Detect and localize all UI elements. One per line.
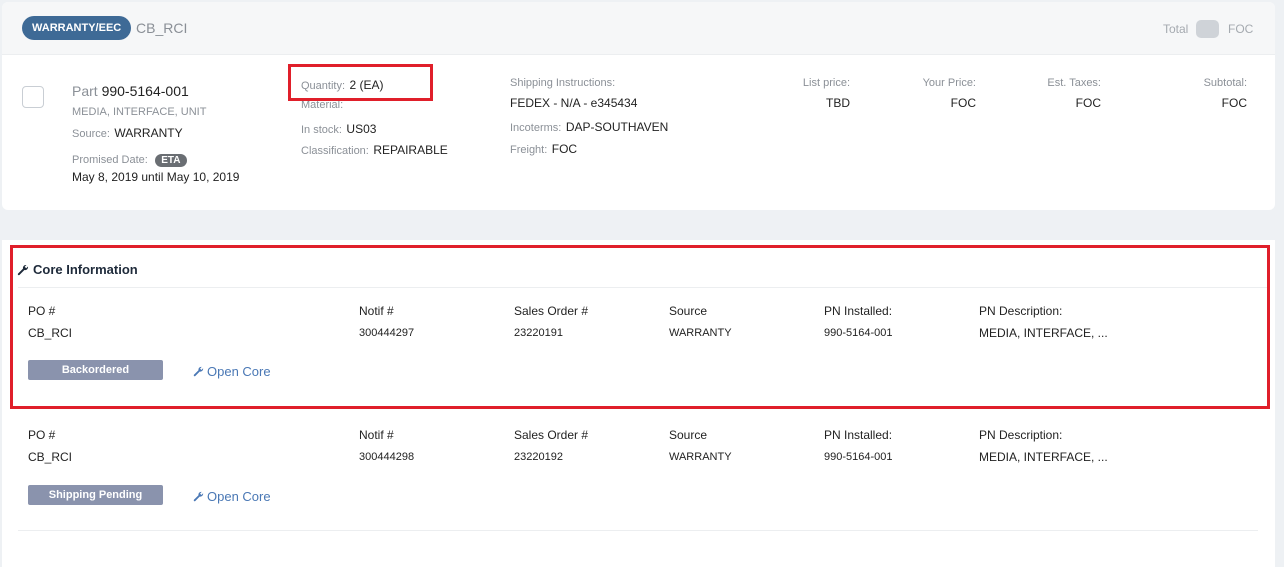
incoterms: Incoterms: DAP-SOUTHAVEN: [510, 118, 668, 136]
shipping-instructions-label: Shipping Instructions:: [510, 77, 616, 89]
col-source: Source: [669, 428, 708, 442]
part-number: 990-5164-001: [101, 83, 189, 99]
total-label: Total: [1163, 22, 1189, 36]
core-bottom-divider: [18, 530, 1258, 531]
open-core-link[interactable]: Open Core: [193, 489, 271, 504]
freight: Freight: FOC: [510, 140, 577, 158]
source-value: WARRANTY: [669, 451, 732, 463]
list-price-value: TBD: [826, 96, 850, 110]
wrench-icon: [193, 491, 204, 502]
freight-value: FOC: [551, 142, 578, 156]
stock-label: In stock:: [301, 124, 342, 136]
col-pn-installed: PN Installed:: [824, 428, 893, 442]
quantity-highlight-box: [288, 64, 433, 101]
source-value: WARRANTY: [114, 126, 183, 140]
incoterms-label: Incoterms:: [510, 122, 562, 134]
freight-label: Freight:: [510, 144, 548, 156]
col-pn-description: PN Description:: [979, 428, 1063, 442]
classification: Classification: REPAIRABLE: [301, 141, 448, 159]
total-foc-toggle[interactable]: [1196, 20, 1219, 38]
list-price-label: List price:: [802, 77, 850, 89]
pn-description-value: MEDIA, INTERFACE, ...: [979, 450, 1108, 464]
line-select-checkbox[interactable]: [22, 86, 44, 108]
stock-value: US03: [346, 122, 377, 136]
status-badge: Shipping Pending: [28, 485, 163, 505]
core-information-highlight-box: [10, 245, 1270, 409]
sales-order-value: 23220192: [514, 451, 563, 463]
class-label: Classification:: [301, 145, 369, 157]
order-type-badge: WARRANTY/EEC: [22, 16, 132, 40]
shipping-instructions-value: FEDEX - N/A - e345434: [510, 96, 638, 110]
est-taxes-label: Est. Taxes:: [1047, 77, 1101, 89]
part-title: Part 990-5164-001: [72, 83, 189, 99]
source-label: Source:: [72, 128, 110, 140]
po-value: CB_RCI: [28, 450, 73, 464]
incoterms-value: DAP-SOUTHAVEN: [565, 120, 669, 134]
your-price-label: Your Price:: [922, 77, 976, 89]
col-po: PO #: [28, 428, 56, 442]
foc-label: FOC: [1228, 22, 1254, 36]
your-price-value: FOC: [950, 96, 976, 110]
part-description: MEDIA, INTERFACE, UNIT: [72, 106, 207, 118]
promised-value: May 8, 2019 until May 10, 2019: [72, 170, 240, 184]
card-header: WARRANTY/EEC CB_RCI Total FOC: [2, 2, 1275, 55]
notif-value: 300444298: [359, 451, 415, 463]
pn-installed-value: 990-5164-001: [824, 451, 893, 463]
class-value: REPAIRABLE: [373, 143, 448, 157]
promised-date: Promised Date: ETA: [72, 150, 187, 168]
subtotal-value: FOC: [1221, 96, 1247, 110]
open-core-label: Open Core: [207, 489, 271, 504]
order-id: CB_RCI: [136, 20, 188, 36]
part-prefix: Part: [72, 83, 98, 99]
est-taxes-value: FOC: [1075, 96, 1101, 110]
part-source: Source: WARRANTY: [72, 124, 183, 142]
in-stock: In stock: US03: [301, 120, 376, 138]
col-sales-order: Sales Order #: [514, 428, 589, 442]
col-notif: Notif #: [359, 428, 394, 442]
eta-badge: ETA: [155, 154, 187, 167]
subtotal-label: Subtotal:: [1203, 77, 1247, 89]
promised-label: Promised Date:: [72, 154, 148, 166]
